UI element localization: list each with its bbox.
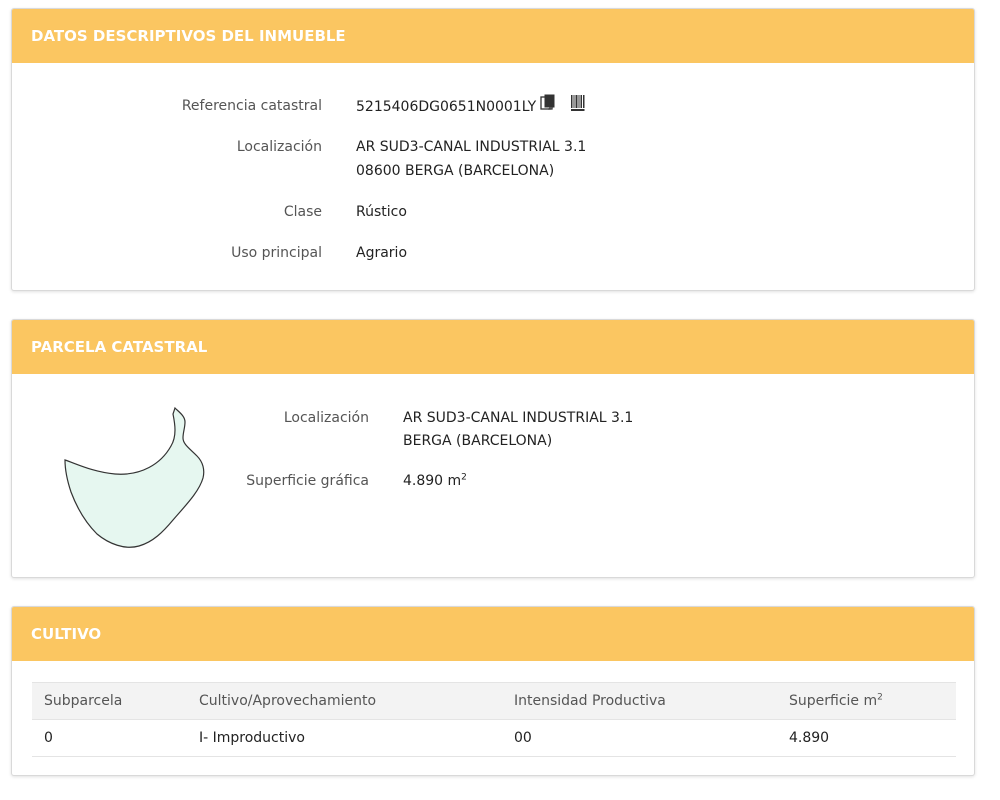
cultivo-table-header-row: Subparcela Cultivo/Aprovechamiento Inten… [32,682,956,720]
parcela-catastral-header: PARCELA CATASTRAL [12,320,974,374]
col-subparcela: Subparcela [32,682,187,720]
clase-value: Rústico [356,204,407,220]
cell-cultivo: I- Improductivo [187,719,502,757]
parcela-localizacion-line2: BERGA (BARCELONA) [403,433,553,449]
cultivo-table: Subparcela Cultivo/Aprovechamiento Inten… [32,682,956,757]
superficie-grafica-value: 4.890 m2 [403,469,467,493]
cell-superficie: 4.890 [777,719,956,757]
localizacion-line2: 08600 BERGA (BARCELONA) [356,163,555,179]
superficie-grafica-label: Superficie gráfica [246,473,369,489]
parcela-shape[interactable] [57,400,227,550]
copy-icon[interactable] [540,94,556,120]
localizacion-label: Localización [236,139,322,155]
parcela-outline [64,406,205,548]
datos-descriptivos-panel: DATOS DESCRIPTIVOS DEL INMUEBLE Referenc… [11,8,975,291]
col-cultivo: Cultivo/Aprovechamiento [187,682,502,720]
barcode-icon[interactable] [570,94,586,120]
cultivo-header: CULTIVO [12,607,974,661]
referencia-value[interactable]: 5215406DG0651N0001LY [356,99,536,115]
cultivo-panel: CULTIVO Subparcela Cultivo/Aprovechamien… [11,606,975,776]
superficie-grafica-number: 4.890 m [403,473,462,489]
table-row: 0 I- Improductivo 00 4.890 [32,719,956,757]
cell-intensidad: 00 [502,719,777,757]
col-superficie: Superficie m2 [777,682,956,720]
uso-principal-label: Uso principal [231,245,322,261]
cell-subparcela: 0 [32,719,187,757]
parcela-localizacion-line1: AR SUD3-CANAL INDUSTRIAL 3.1 [403,410,634,426]
referencia-row: 5215406DG0651N0001LY [356,94,586,120]
parcela-localizacion-label: Localización [283,410,369,426]
localizacion-line1: AR SUD3-CANAL INDUSTRIAL 3.1 [356,139,587,155]
col-intensidad: Intensidad Productiva [502,682,777,720]
parcela-catastral-panel: PARCELA CATASTRAL Localización AR SUD3-C… [11,319,975,578]
col-superficie-sup: 2 [877,692,883,703]
datos-descriptivos-header: DATOS DESCRIPTIVOS DEL INMUEBLE [12,9,974,63]
col-superficie-label: Superficie m [789,693,878,709]
clase-label: Clase [283,204,322,220]
referencia-label: Referencia catastral [181,98,322,114]
superficie-grafica-sup: 2 [461,472,467,483]
uso-principal-value: Agrario [356,245,408,261]
